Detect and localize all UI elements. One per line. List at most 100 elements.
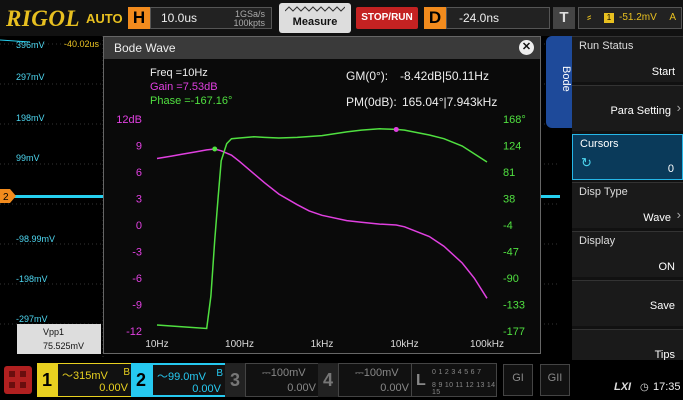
scale-label: 297mV xyxy=(16,72,45,82)
rotate-knob-icon: ↻ xyxy=(581,155,592,170)
bode-plot[interactable]: 12dB 9 6 3 0 -3 -6 -9 -12 168° 124 81 38 -4 -47 -90 -13… xyxy=(104,111,540,353)
channel-bandwidth: B xyxy=(123,367,130,378)
menu-para-setting[interactable]: Para Setting › xyxy=(572,85,683,131)
home-menu-button[interactable] xyxy=(4,366,32,394)
menu-item-label: Disp Type xyxy=(579,186,628,198)
horizontal-offset-label: -40.02us xyxy=(64,39,100,49)
scale-label: -98.99mV xyxy=(16,234,56,244)
menu-save[interactable]: Save xyxy=(572,280,683,326)
gain-margin-marker xyxy=(212,146,218,152)
menu-item-value: Save xyxy=(649,300,675,312)
menu-item-value: Start xyxy=(651,66,675,78)
gain-readout: Gain =7.53dB xyxy=(150,81,218,93)
menu-cursors[interactable]: Cursors ↻ 0 xyxy=(572,134,683,180)
phase-margin-value: 165.04°|7.943kHz xyxy=(402,95,498,109)
phase-margin-marker xyxy=(393,126,399,132)
trigger-settings[interactable]: ⸗ 1 -51.2mV A xyxy=(578,7,682,29)
delay-value[interactable]: -24.0ns xyxy=(446,7,550,29)
scale-label: 99mV xyxy=(16,153,40,163)
channel-offset: 0.00V xyxy=(99,382,128,394)
gain-axis-tick: 9 xyxy=(136,141,142,153)
auto-button[interactable]: AUTO xyxy=(86,11,123,26)
trigger-channel: 1 xyxy=(604,13,614,23)
channel-scale-value: 99.0mV xyxy=(168,371,206,383)
grid-icon xyxy=(9,371,15,377)
gain-axis-tick: 6 xyxy=(136,167,142,179)
scale-label: -297mV xyxy=(16,314,48,324)
channel-offset: 0.00V xyxy=(192,383,221,395)
phase-axis-tick: 124 xyxy=(503,141,521,153)
generator-2-button[interactable]: GII xyxy=(540,364,570,396)
channel-scale-value: 100mV xyxy=(363,367,399,379)
channel-number: 2 xyxy=(131,363,151,397)
scale-label: -198mV xyxy=(16,274,48,284)
chevron-right-icon: › xyxy=(676,207,681,222)
gain-axis-tick: 0 xyxy=(136,220,142,232)
delay-key[interactable]: D xyxy=(424,7,446,29)
dialog-title-bar[interactable]: Bode Wave ✕ xyxy=(104,37,540,59)
frequency-axis-tick: 1kHz xyxy=(311,339,334,350)
ac-coupling-icon: 〜 xyxy=(62,370,73,382)
timebase-value: 10.0us xyxy=(161,11,198,25)
generator-1-button[interactable]: GI xyxy=(503,364,533,396)
stop-run-button[interactable]: STOP/RUN xyxy=(356,7,418,29)
dc-coupling-icon: ⎓ xyxy=(262,367,271,379)
channel-bandwidth: B xyxy=(216,368,223,379)
channel-scale: 〜99.0mV xyxy=(157,368,206,384)
channel-scale-value: 100mV xyxy=(270,367,306,379)
waveform-icon xyxy=(285,6,345,12)
channel-scale: ⎓100mV xyxy=(262,367,306,380)
trigger-mode: A xyxy=(669,12,676,23)
generator-label: GII xyxy=(547,372,563,384)
lxi-status-icon: LXI xyxy=(614,381,632,393)
gain-margin-value: -8.42dB|50.11Hz xyxy=(400,69,489,83)
menu-display[interactable]: Display ON xyxy=(572,231,683,277)
gain-axis-tick: 3 xyxy=(136,194,142,206)
phase-axis-tick: -177 xyxy=(503,326,525,338)
trigger-key[interactable]: T xyxy=(553,7,575,29)
menu-item-label: Run Status xyxy=(579,40,634,52)
bode-wave-dialog: Bode Wave ✕ Freq =10Hz Gain =7.53dB Phas… xyxy=(103,36,541,354)
horizontal-key[interactable]: H xyxy=(128,7,150,29)
logic-key: L xyxy=(416,372,426,389)
bode-panel-tab[interactable]: Bode xyxy=(546,36,572,128)
phase-margin-label: PM(0dB): xyxy=(346,95,397,109)
gain-axis-tick: -9 xyxy=(132,300,142,312)
phase-axis-tick: -133 xyxy=(503,300,525,312)
phase-readout: Phase =-167.16° xyxy=(150,95,233,107)
logic-analyzer-button[interactable]: L 0 1 2 3 4 5 6 7 8 9 10 11 12 13 14 15 xyxy=(411,363,497,397)
horizontal-settings[interactable]: 10.0us 1GSa/s 100kpts xyxy=(150,7,272,29)
channel-offset-marker[interactable]: 2 xyxy=(0,189,16,203)
close-icon[interactable]: ✕ xyxy=(519,40,534,55)
phase-axis-tick: 38 xyxy=(503,194,515,206)
menu-item-label: Cursors xyxy=(580,138,619,150)
channel-number: 4 xyxy=(318,363,338,397)
channel-number: 3 xyxy=(225,363,245,397)
menu-item-value: 0 xyxy=(667,163,674,175)
frequency-axis-tick: 10kHz xyxy=(390,339,418,350)
measurement-vpp[interactable]: Vpp1 75.525mV xyxy=(17,324,101,354)
channel-number: 1 xyxy=(37,363,57,397)
scale-label: 198mV xyxy=(16,113,45,123)
menu-run-status[interactable]: Run Status Start xyxy=(572,36,683,82)
logic-channels-high: 8 9 10 11 12 13 14 15 xyxy=(432,382,496,396)
gain-axis-tick: -12 xyxy=(126,326,142,338)
measurement-value: 75.525mV xyxy=(43,341,85,351)
chevron-right-icon: › xyxy=(676,100,681,115)
channel-scale-value: 315mV xyxy=(73,370,108,382)
phase-axis-tick: -90 xyxy=(503,273,519,285)
phase-curve xyxy=(156,128,488,330)
bottom-bar: 1 〜315mV B 0.00V 2 〜99.0mV B 0.00V 3 ⎓10… xyxy=(0,360,683,400)
menu-disp-type[interactable]: Disp Type Wave › xyxy=(572,182,683,228)
frequency-axis-tick: 100kHz xyxy=(470,339,504,350)
grid-icon xyxy=(9,382,15,388)
channel-2-settings: 〜99.0mV B 0.00V xyxy=(151,363,229,397)
gain-axis-tick: -6 xyxy=(132,273,142,285)
side-menu: Run Status Start Para Setting › Cursors … xyxy=(572,36,683,376)
phase-axis-tick: -4 xyxy=(503,220,513,232)
measure-button[interactable]: Measure xyxy=(279,3,351,33)
gain-curve xyxy=(156,148,488,299)
measurement-name: Vpp1 xyxy=(43,327,65,337)
logic-channels-low: 0 1 2 3 4 5 6 7 xyxy=(432,369,482,376)
phase-axis-tick: 81 xyxy=(503,167,515,179)
